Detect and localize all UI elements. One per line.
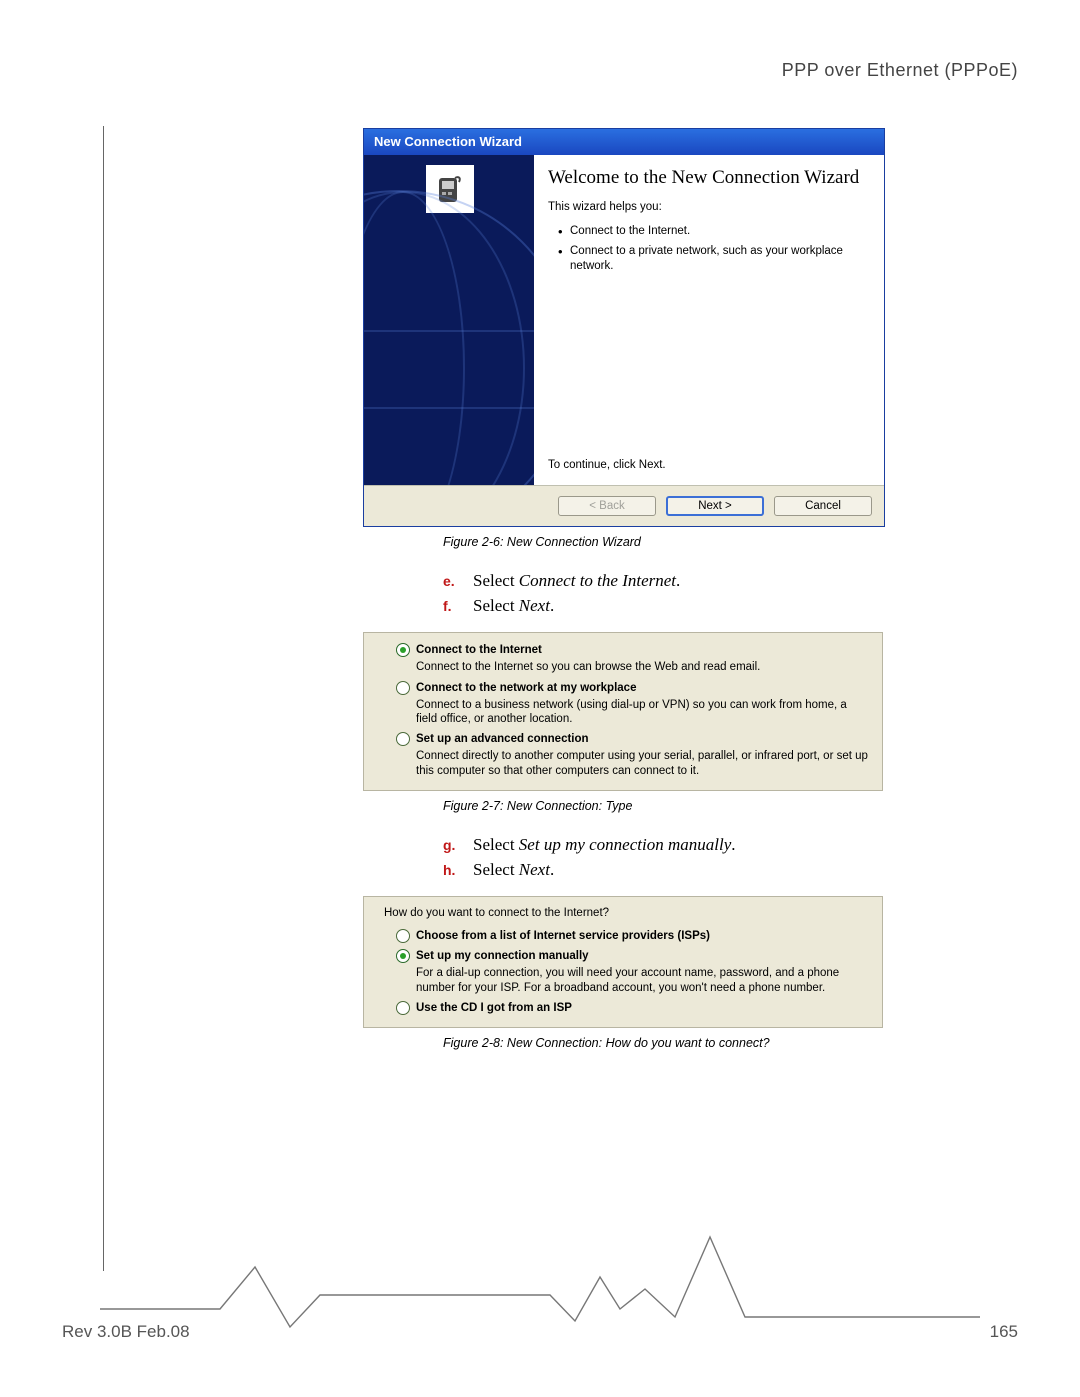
instruction-h: h. Select Next. — [443, 858, 883, 883]
instruction-block: g. Select Set up my connection manually.… — [443, 833, 883, 882]
radio-title: Use the CD I got from an ISP — [416, 1002, 572, 1014]
t: . — [676, 571, 680, 590]
radio-option-isp-list[interactable]: Choose from a list of Internet service p… — [396, 929, 868, 943]
radio-icon — [396, 732, 410, 746]
radio-icon — [396, 949, 410, 963]
wizard-continue-text: To continue, click Next. — [548, 459, 868, 477]
instruction-block: e. Select Connect to the Internet. f. Se… — [443, 569, 883, 618]
t: Next — [519, 596, 550, 615]
panel-question: How do you want to connect to the Intern… — [384, 907, 868, 919]
cancel-button[interactable]: Cancel — [774, 496, 872, 516]
content-column: New Connection Wizard — [363, 128, 883, 1050]
radio-option-advanced[interactable]: Set up an advanced connection Connect di… — [396, 732, 868, 778]
step-letter: e. — [443, 569, 473, 594]
t: Select — [473, 571, 519, 590]
wizard-titlebar: New Connection Wizard — [364, 129, 884, 155]
radio-option-cd[interactable]: Use the CD I got from an ISP — [396, 1001, 868, 1015]
t: Select — [473, 596, 519, 615]
t: Set up my connection manually — [519, 835, 731, 854]
step-letter: f. — [443, 594, 473, 619]
instruction-g: g. Select Set up my connection manually. — [443, 833, 883, 858]
radio-title: Set up an advanced connection — [416, 733, 589, 745]
footer-divider-graphic — [100, 1217, 980, 1337]
radio-icon — [396, 1001, 410, 1015]
t: . — [550, 860, 554, 879]
radio-desc: Connect to the Internet so you can brows… — [416, 660, 868, 674]
how-connect-panel: How do you want to connect to the Intern… — [363, 896, 883, 1028]
footer-revision: Rev 3.0B Feb.08 — [62, 1322, 190, 1342]
wizard-window: New Connection Wizard — [363, 128, 885, 527]
figure-caption: Figure 2-7: New Connection: Type — [443, 799, 883, 813]
radio-icon — [396, 929, 410, 943]
radio-title: Connect to the Internet — [416, 644, 542, 656]
radio-desc: Connect to a business network (using dia… — [416, 698, 868, 727]
connection-type-panel: Connect to the Internet Connect to the I… — [363, 632, 883, 791]
wizard-side-art — [364, 155, 534, 485]
wizard-body: Welcome to the New Connection Wizard Thi… — [364, 155, 884, 485]
page-header: PPP over Ethernet (PPPoE) — [782, 60, 1018, 81]
step-letter: h. — [443, 858, 473, 883]
wizard-main: Welcome to the New Connection Wizard Thi… — [534, 155, 884, 485]
t: Connect to the Internet — [519, 571, 676, 590]
radio-icon — [396, 643, 410, 657]
footer-page-number: 165 — [990, 1322, 1018, 1342]
radio-title: Choose from a list of Internet service p… — [416, 930, 710, 942]
radio-title: Set up my connection manually — [416, 950, 589, 962]
wizard-bullet: Connect to the Internet. — [558, 221, 868, 241]
radio-option-connect-internet[interactable]: Connect to the Internet Connect to the I… — [396, 643, 868, 674]
t: . — [550, 596, 554, 615]
figure-caption: Figure 2-8: New Connection: How do you w… — [443, 1036, 883, 1050]
instruction-e: e. Select Connect to the Internet. — [443, 569, 883, 594]
wizard-bullet-list: Connect to the Internet. Connect to a pr… — [558, 221, 868, 276]
t: . — [731, 835, 735, 854]
t: Select — [473, 860, 519, 879]
t: Next — [519, 860, 550, 879]
wizard-footer: < Back Next > Cancel — [364, 485, 884, 526]
wizard-bullet: Connect to a private network, such as yo… — [558, 241, 868, 276]
radio-option-workplace[interactable]: Connect to the network at my workplace C… — [396, 681, 868, 727]
instruction-f: f. Select Next. — [443, 594, 883, 619]
wizard-subtext: This wizard helps you: — [548, 201, 868, 213]
radio-icon — [396, 681, 410, 695]
back-button[interactable]: < Back — [558, 496, 656, 516]
radio-desc: Connect directly to another computer usi… — [416, 749, 868, 778]
t: Select — [473, 835, 519, 854]
radio-desc: For a dial-up connection, you will need … — [416, 966, 868, 995]
margin-rule — [103, 126, 104, 1271]
radio-title: Connect to the network at my workplace — [416, 682, 636, 694]
document-page: PPP over Ethernet (PPPoE) New Connection… — [0, 0, 1080, 1397]
step-letter: g. — [443, 833, 473, 858]
radio-option-manual[interactable]: Set up my connection manually For a dial… — [396, 949, 868, 995]
wizard-heading: Welcome to the New Connection Wizard — [548, 167, 868, 189]
next-button[interactable]: Next > — [666, 496, 764, 516]
figure-caption: Figure 2-6: New Connection Wizard — [443, 535, 883, 549]
